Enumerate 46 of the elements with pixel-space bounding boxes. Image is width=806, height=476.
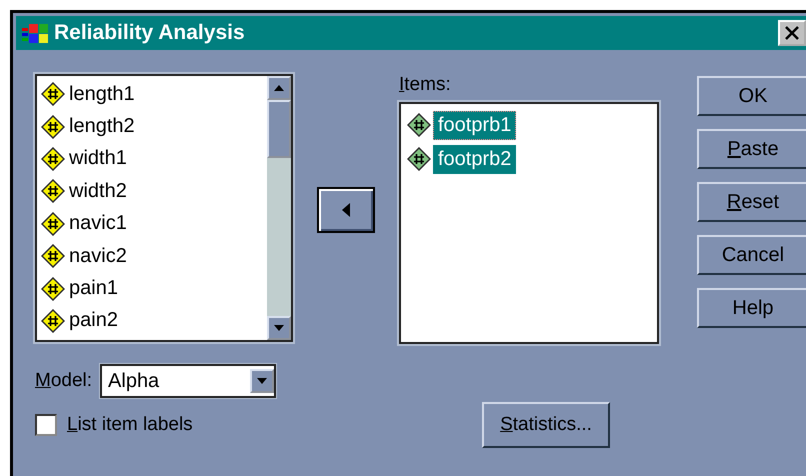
- numeric-variable-icon: [41, 276, 65, 301]
- scroll-down-button[interactable]: [267, 316, 291, 340]
- variable-item[interactable]: pain2: [41, 304, 267, 338]
- scroll-thumb[interactable]: [267, 100, 291, 158]
- dropdown-button[interactable]: [250, 369, 274, 393]
- variable-item[interactable]: length2: [41, 110, 267, 143]
- dialog-button[interactable]: Help: [697, 288, 806, 328]
- items-list[interactable]: footprb1 footprb2: [399, 102, 659, 344]
- variable-item[interactable]: width2: [41, 175, 267, 208]
- checkbox-label[interactable]: List item labels: [67, 414, 193, 436]
- numeric-variable-icon: [41, 146, 65, 171]
- left-arrow-icon: [342, 203, 350, 217]
- move-button[interactable]: [317, 187, 375, 233]
- dialog-button[interactable]: Cancel: [697, 235, 806, 275]
- up-arrow-icon: [274, 85, 284, 91]
- window-title: Reliability Analysis: [54, 21, 245, 45]
- numeric-variable-icon: [41, 179, 65, 204]
- items-label: Items:: [399, 74, 451, 96]
- variable-list[interactable]: length1 length2 width1 width2 navic1 navic2 pain1 pain2: [35, 74, 293, 342]
- numeric-variable-icon: [41, 244, 65, 268]
- variable-item[interactable]: pain1: [41, 272, 267, 305]
- model-dropdown[interactable]: Alpha: [100, 364, 276, 398]
- item-row[interactable]: footprb1: [407, 108, 651, 142]
- numeric-variable-icon: [407, 147, 431, 171]
- dialog-button[interactable]: Reset: [697, 182, 806, 222]
- numeric-variable-icon: [41, 308, 65, 333]
- numeric-variable-icon: [41, 212, 65, 236]
- dialog-button[interactable]: OK: [697, 76, 806, 116]
- numeric-variable-icon: [407, 113, 431, 137]
- variable-item[interactable]: length1: [41, 78, 267, 110]
- model-label: Model:: [35, 370, 92, 392]
- variable-item[interactable]: width1: [41, 142, 267, 176]
- checkbox[interactable]: [35, 414, 57, 436]
- scrollbar[interactable]: [267, 76, 291, 340]
- variable-item[interactable]: navic1: [41, 208, 267, 240]
- statistics-button[interactable]: Statistics...: [482, 402, 610, 448]
- down-arrow-icon: [274, 325, 284, 331]
- item-row[interactable]: footprb2: [407, 142, 651, 176]
- variable-item[interactable]: navic2: [41, 240, 267, 272]
- numeric-variable-icon: [41, 82, 65, 106]
- down-arrow-icon: [257, 378, 268, 384]
- numeric-variable-icon: [41, 114, 65, 139]
- dialog-button[interactable]: Paste: [697, 129, 806, 169]
- scroll-up-button[interactable]: [267, 76, 291, 100]
- close-icon: [784, 26, 800, 40]
- close-button[interactable]: [778, 20, 806, 46]
